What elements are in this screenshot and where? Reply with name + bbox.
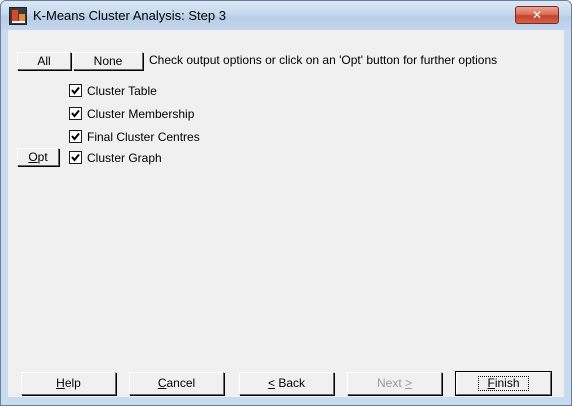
option-label: Cluster Membership [87, 107, 195, 121]
select-all-button[interactable]: All [17, 52, 71, 70]
checkbox[interactable] [69, 151, 82, 164]
checkmark-icon [71, 132, 80, 141]
next-mnemonic: > [405, 376, 413, 390]
close-icon[interactable]: ✕ [515, 6, 559, 24]
opt-mnemonic: O [28, 150, 38, 164]
cancel-button[interactable]: Cancel [129, 372, 224, 395]
back-button[interactable]: < Back [239, 372, 334, 395]
instructions-text: Check output options or click on an 'Opt… [149, 53, 498, 67]
dialog-window: K-Means Cluster Analysis: Step 3 ✕ All N… [0, 0, 572, 406]
checkmark-icon [71, 153, 80, 162]
next-label: Next [376, 376, 405, 390]
dialog-body: All None Check output options or click o… [8, 30, 564, 397]
checkbox[interactable] [69, 130, 82, 143]
back-label: Back [275, 376, 306, 390]
title-bar[interactable]: K-Means Cluster Analysis: Step 3 ✕ [1, 1, 571, 30]
checkbox[interactable] [69, 84, 82, 97]
back-mnemonic: < [267, 376, 275, 390]
checkmark-icon [71, 109, 80, 118]
checkmark-icon [71, 86, 80, 95]
window-title: K-Means Cluster Analysis: Step 3 [33, 8, 226, 23]
finish-button[interactable]: Finish [456, 372, 551, 395]
opt-label: pt [37, 150, 48, 164]
finish-mnemonic: F [487, 376, 495, 390]
finish-label: inish [494, 376, 520, 390]
option-label: Cluster Graph [87, 151, 162, 165]
help-mnemonic: H [56, 376, 65, 390]
cluster-graph-opt-button[interactable]: Opt [17, 148, 59, 166]
cancel-label: ancel [166, 376, 196, 390]
option-label: Cluster Table [87, 84, 157, 98]
help-button[interactable]: Help [21, 372, 116, 395]
cluster-chart-app-icon [9, 7, 27, 25]
focus-rectangle: Finish [478, 376, 529, 391]
option-label: Final Cluster Centres [87, 130, 200, 144]
next-button[interactable]: Next > [347, 372, 442, 395]
select-none-button[interactable]: None [73, 52, 143, 70]
help-label: elp [64, 376, 81, 390]
checkbox[interactable] [69, 107, 82, 120]
